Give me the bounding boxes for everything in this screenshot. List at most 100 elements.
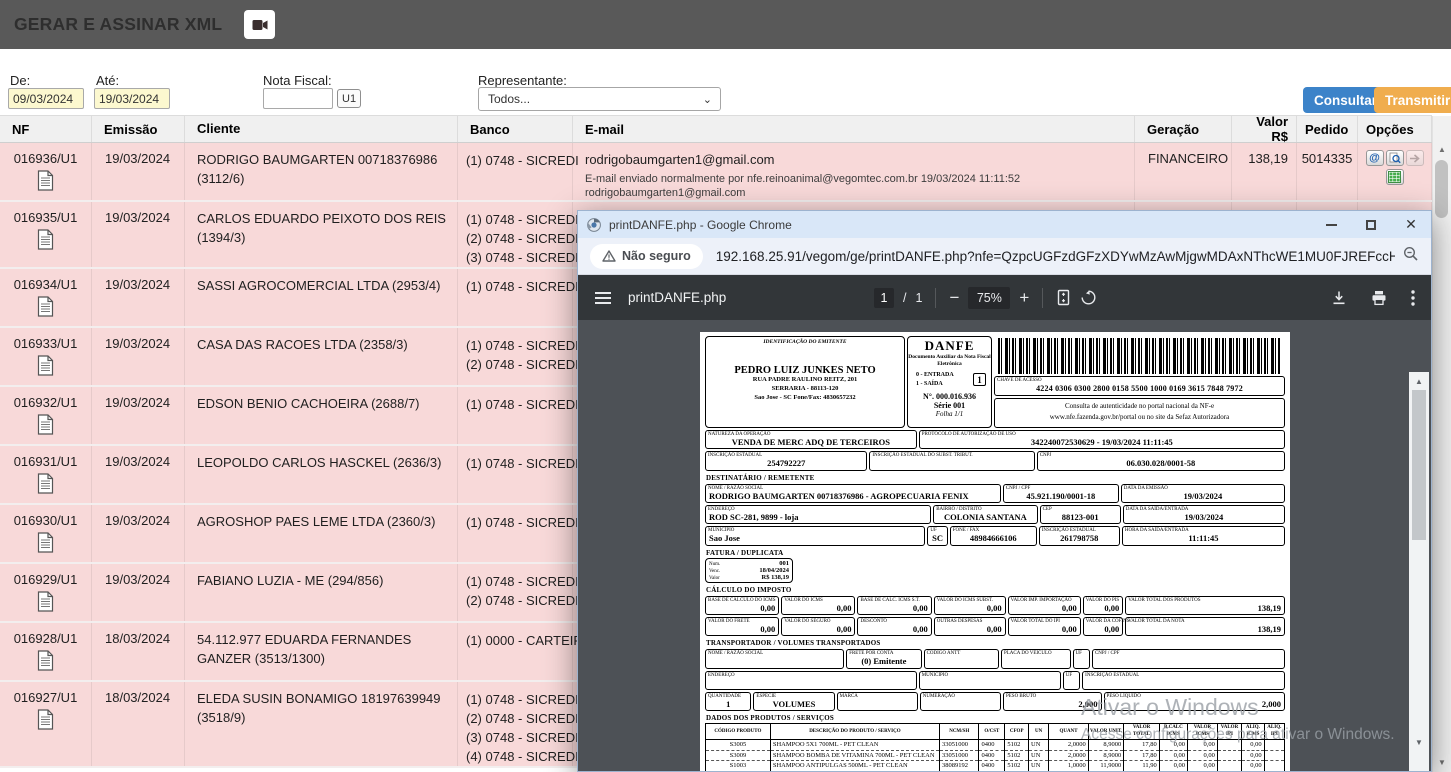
transporte-campo-label: MARCA: [840, 694, 858, 699]
danfe-serie: Série 001: [908, 401, 991, 410]
pdf-scrollbar-thumb[interactable]: [1412, 390, 1426, 540]
fatura-num: 001: [779, 560, 789, 567]
download-icon[interactable]: [1331, 290, 1347, 306]
nota-fiscal-input[interactable]: [263, 88, 333, 109]
natureza-label: NATUREZA DA OPERAÇÃO: [708, 432, 771, 437]
produtos-col-header: CFOP: [1005, 724, 1029, 740]
banco-line: (3) 0748 - SICREDI: [466, 248, 572, 267]
menu-hamburger-icon[interactable]: [595, 291, 611, 305]
address-bar[interactable]: Não seguro 192.168.25.91/vegom/ge/printD…: [578, 238, 1431, 275]
emissao-cell: 19/03/2024: [92, 269, 185, 326]
ie-box: INSCRIÇÃO ESTADUAL 254792227: [705, 451, 867, 470]
transporte-campo: NOME / RAZÃO SOCIAL: [705, 649, 844, 668]
security-chip[interactable]: Não seguro: [590, 244, 703, 269]
transmitir-button[interactable]: Transmitir: [1374, 87, 1451, 113]
produtos-col-header: CÓDIGO PRODUTO: [706, 724, 771, 740]
pdf-scroll-up-icon[interactable]: ▲: [1409, 374, 1429, 388]
document-icon[interactable]: [37, 355, 54, 379]
imposto-campo-valor: 0,00: [709, 625, 775, 634]
produto-campo: 17,80: [1124, 750, 1160, 760]
page-scrollbar-thumb[interactable]: [1435, 160, 1448, 218]
document-icon[interactable]: [37, 591, 54, 615]
destinatario-campo-valor: 19/03/2024: [1127, 513, 1281, 522]
print-icon[interactable]: [1371, 290, 1387, 306]
email-at-icon[interactable]: @: [1366, 150, 1384, 166]
produtos-col-header: VALOR UNIT.: [1088, 724, 1124, 740]
transporte-campo-label: PESO LÍQUIDO: [1107, 694, 1141, 699]
send-icon[interactable]: [1406, 150, 1424, 166]
destinatario-campo-label: BAIRRO / DISTRITO: [936, 507, 981, 512]
destinatario-row: NOME / RAZÃO SOCIALRODRIGO BAUMGARTEN 00…: [705, 484, 1285, 503]
transporte-campo-valor: [1067, 679, 1076, 688]
de-input[interactable]: [8, 88, 84, 109]
fatura-venc-label: Venc.: [709, 569, 720, 574]
transporte-campo-valor: [709, 679, 913, 688]
document-icon[interactable]: [37, 709, 54, 733]
destinatario-row: ENDEREÇOROD SC-281, 9899 - lojaBAIRRO / …: [705, 505, 1285, 524]
document-icon[interactable]: [37, 650, 54, 674]
pdf-viewport[interactable]: IDENTIFICAÇÃO DO EMITENTE PEDRO LUIZ JUN…: [578, 320, 1431, 771]
nf-number: 016931/U1: [0, 454, 91, 469]
representante-select[interactable]: Todos... ⌄: [478, 87, 721, 111]
xml-grid-icon[interactable]: [1386, 169, 1404, 185]
table-row[interactable]: 016936/U119/03/2024RODRIGO BAUMGARTEN 00…: [0, 143, 1432, 202]
zoom-in-button[interactable]: +: [1019, 288, 1029, 308]
produto-campo: 0400: [979, 750, 1005, 760]
document-icon[interactable]: [37, 532, 54, 556]
zoom-out-button[interactable]: −: [949, 288, 959, 308]
search-doc-icon[interactable]: [1386, 150, 1404, 166]
document-icon[interactable]: [37, 296, 54, 320]
email-cell: rodrigobaumgarten1@gmail.comE-mail envia…: [573, 143, 1135, 200]
pdf-scrollbar[interactable]: ▲ ▼: [1409, 372, 1429, 771]
banco-cell: (1) 0748 - SICREDI(2) 0748 - SICREDI(3) …: [458, 202, 573, 267]
produto-campo: UN: [1029, 761, 1049, 771]
produto-campo: 0400: [979, 740, 1005, 750]
page-number-input[interactable]: 1: [874, 288, 894, 308]
consulta-linha2: www.nfe.fazenda.gov.br/portal ou no site…: [995, 412, 1284, 423]
destinatario-campo: BAIRRO / DISTRITOCOLONIA SANTANA: [933, 505, 1037, 524]
destinatario-campo-label: ENDEREÇO: [708, 507, 735, 512]
maximize-icon: [1366, 220, 1376, 230]
scroll-up-arrow-icon[interactable]: ▲: [1433, 142, 1451, 157]
transporte-row: NOME / RAZÃO SOCIAL FRETE POR CONTA(0) E…: [705, 649, 1285, 668]
nf-number: 016928/U1: [0, 631, 91, 646]
more-options-icon[interactable]: [1411, 290, 1415, 306]
danfe-tipo-box: 1: [973, 373, 986, 386]
maximize-button[interactable]: [1351, 211, 1391, 238]
danfe-entrada: 0 - ENTRADA: [916, 371, 954, 380]
transporte-campo-valor: (0) Emitente: [850, 657, 917, 666]
nf-number: 016932/U1: [0, 395, 91, 410]
produto-campo: 5102: [1005, 740, 1029, 750]
document-icon[interactable]: [37, 229, 54, 253]
transporte-campo-label: PESO BRUTO: [1006, 694, 1036, 699]
nota-fiscal-suffix: U1: [337, 89, 361, 108]
destinatario-campo-valor: 88123-001: [1044, 513, 1117, 522]
video-tutorial-button[interactable]: [244, 10, 275, 39]
ate-label: Até:: [96, 73, 119, 88]
page-separator: /: [903, 291, 906, 305]
page-scrollbar[interactable]: ▲ ▼: [1432, 116, 1451, 772]
close-button[interactable]: ✕: [1391, 211, 1431, 238]
fatura-box: Num.001 Venc.18/04/2024 ValorR$ 138,19: [705, 558, 793, 583]
fit-page-icon[interactable]: [1056, 289, 1071, 306]
table-header: NF Emissão Cliente Banco E-mail Geração …: [0, 115, 1432, 143]
ate-input[interactable]: [94, 88, 170, 109]
url-text[interactable]: 192.168.25.91/vegom/ge/printDANFE.php?nf…: [716, 249, 1395, 264]
window-titlebar[interactable]: printDANFE.php - Google Chrome ✕: [578, 211, 1431, 238]
cliente-cell: CARLOS EDUARDO PEIXOTO DOS REIS (1394/3): [185, 202, 458, 267]
document-icon[interactable]: [37, 170, 54, 194]
produto-campo: S3005: [706, 740, 771, 750]
transporte-campo-valor: [928, 657, 995, 666]
produtos-col-header: ALIQ. IPI: [1264, 724, 1284, 740]
minimize-button[interactable]: [1311, 211, 1351, 238]
document-icon[interactable]: [37, 473, 54, 497]
scroll-down-arrow-icon[interactable]: ▼: [1433, 755, 1451, 770]
document-icon[interactable]: [37, 414, 54, 438]
nf-cell: 016930/U1: [0, 505, 92, 562]
zoom-out-lens-icon[interactable]: [1403, 246, 1419, 267]
destinatario-campo-valor: 48984666106: [954, 534, 1033, 543]
imposto-campo: VALOR DO ICMS0,00: [781, 596, 855, 615]
chave-valor: 4224 0306 0300 2800 0158 5500 1000 0169 …: [997, 384, 1282, 393]
rotate-icon[interactable]: [1080, 289, 1097, 306]
pdf-scroll-down-icon[interactable]: ▼: [1409, 735, 1429, 749]
